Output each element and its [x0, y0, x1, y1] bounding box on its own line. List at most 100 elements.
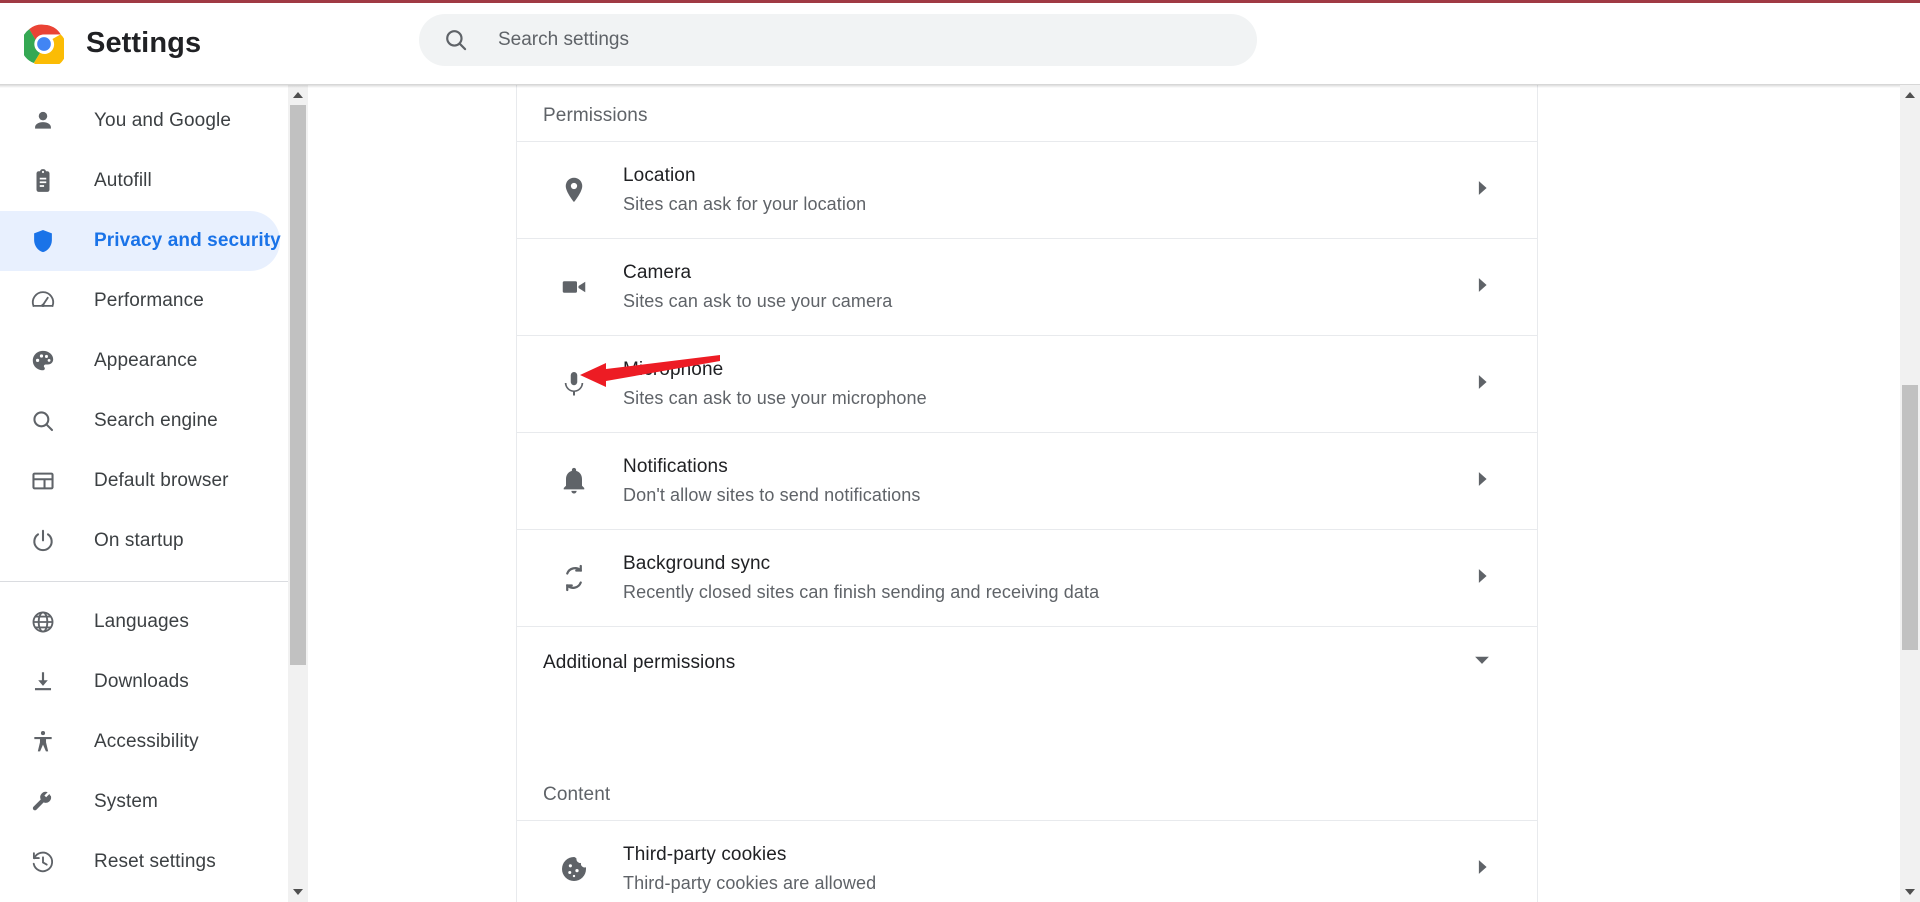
page-scroll-down-button[interactable]: [1900, 882, 1920, 902]
page-scrollbar[interactable]: [1900, 85, 1920, 902]
sidebar-item-you-and-google[interactable]: You and Google: [0, 91, 280, 151]
chevron-right-icon: [1471, 468, 1513, 495]
row-subtitle: Don't allow sites to send notifications: [623, 484, 921, 505]
brand-area: Settings: [24, 24, 201, 64]
speedometer-icon: [30, 288, 56, 314]
video-camera-icon: [543, 272, 589, 302]
chevron-right-icon: [1471, 565, 1513, 592]
row-subtitle: Sites can ask to use your camera: [623, 290, 893, 311]
sidebar-scrollbar[interactable]: [288, 85, 308, 902]
sidebar-item-label: Privacy and security: [94, 230, 281, 251]
row-subtitle: Third-party cookies are allowed: [623, 872, 877, 893]
chevron-down-icon: [1471, 649, 1513, 676]
permission-row-background-sync[interactable]: Background sync Recently closed sites ca…: [517, 529, 1537, 626]
settings-header: Settings: [0, 3, 1920, 85]
clipboard-icon: [30, 168, 56, 194]
sidebar-item-label: You and Google: [94, 110, 231, 131]
chevron-right-icon: [1471, 274, 1513, 301]
sidebar-item-label: On startup: [94, 530, 184, 551]
row-text: Location Sites can ask for your location: [623, 165, 1471, 215]
sidebar-item-performance[interactable]: Performance: [0, 271, 280, 331]
search-settings-container[interactable]: [419, 14, 1257, 66]
shield-icon: [30, 228, 56, 254]
permission-row-notifications[interactable]: Notifications Don't allow sites to send …: [517, 432, 1537, 529]
row-title: Camera: [623, 261, 692, 283]
sidebar-item-system[interactable]: System: [0, 772, 280, 832]
row-text: Notifications Don't allow sites to send …: [623, 456, 1471, 506]
sidebar-item-label: Autofill: [94, 170, 152, 191]
chevron-right-icon: [1471, 371, 1513, 398]
search-input[interactable]: [496, 14, 1257, 66]
site-settings-card: Permissions Location Sites can ask for y…: [516, 85, 1538, 902]
sidebar-item-autofill[interactable]: Autofill: [0, 151, 280, 211]
sidebar-item-label: Performance: [94, 290, 204, 311]
permission-row-microphone[interactable]: Microphone Sites can ask to use your mic…: [517, 335, 1537, 432]
sidebar-item-search-engine[interactable]: Search engine: [0, 391, 280, 451]
sidebar-item-label: Accessibility: [94, 731, 199, 752]
sidebar-item-reset-settings[interactable]: Reset settings: [0, 832, 280, 892]
sidebar-item-label: System: [94, 791, 158, 812]
content-section-heading: Content: [543, 784, 611, 805]
settings-window: Settings Search settings You and Google …: [0, 0, 1920, 902]
sidebar-item-label: Languages: [94, 611, 189, 632]
power-icon: [30, 528, 56, 554]
page-title: Settings: [86, 27, 202, 59]
sidebar-item-label: Downloads: [94, 671, 189, 692]
row-subtitle: Sites can ask to use your microphone: [623, 387, 927, 408]
location-pin-icon: [543, 175, 589, 205]
row-title: Microphone: [623, 358, 724, 380]
sidebar-item-default-browser[interactable]: Default browser: [0, 451, 280, 511]
page-scroll-thumb[interactable]: [1902, 385, 1918, 650]
row-subtitle: Sites can ask for your location: [623, 193, 867, 214]
person-icon: [30, 108, 56, 134]
microphone-icon: [543, 369, 589, 399]
sync-icon: [543, 563, 589, 593]
bell-icon: [543, 466, 589, 496]
chevron-right-icon: [1471, 177, 1513, 204]
row-title: Third-party cookies: [623, 843, 787, 865]
row-title: Notifications: [623, 455, 728, 477]
row-text: Camera Sites can ask to use your camera: [623, 262, 1471, 312]
sidebar-item-downloads[interactable]: Downloads: [0, 652, 280, 712]
chrome-logo-icon: [24, 24, 64, 64]
row-text: Microphone Sites can ask to use your mic…: [623, 359, 1471, 409]
sidebar-item-privacy-and-security[interactable]: Privacy and security: [0, 211, 281, 271]
sidebar-item-appearance[interactable]: Appearance: [0, 331, 280, 391]
chevron-right-icon: [1471, 856, 1513, 883]
search-icon: [30, 408, 56, 434]
scroll-down-arrow-icon: [293, 889, 303, 895]
sidebar-item-label: Appearance: [94, 350, 198, 371]
permissions-section-heading: Permissions: [543, 105, 648, 126]
sidebar-scroll-up-button[interactable]: [288, 85, 308, 105]
header-shadow: [0, 84, 1920, 88]
sidebar-item-languages[interactable]: Languages: [0, 592, 280, 652]
globe-icon: [30, 609, 56, 635]
sidebar-scroll-down-button[interactable]: [288, 882, 308, 902]
cookie-icon: [543, 854, 589, 884]
download-icon: [30, 669, 56, 695]
row-subtitle: Recently closed sites can finish sending…: [623, 581, 1100, 602]
sidebar-item-label: Default browser: [94, 470, 229, 491]
page-scroll-up-button[interactable]: [1900, 85, 1920, 105]
sidebar-divider: [0, 581, 288, 582]
permission-row-location[interactable]: Location Sites can ask for your location: [517, 141, 1537, 238]
content-row-third-party-cookies[interactable]: Third-party cookies Third-party cookies …: [517, 820, 1537, 902]
additional-permissions-toggle[interactable]: Additional permissions: [517, 626, 1537, 698]
sidebar-item-accessibility[interactable]: Accessibility: [0, 712, 280, 772]
sidebar-item-label: Search engine: [94, 410, 218, 431]
permission-row-camera[interactable]: Camera Sites can ask to use your camera: [517, 238, 1537, 335]
scroll-down-arrow-icon: [1905, 889, 1915, 895]
palette-icon: [30, 348, 56, 374]
settings-sidebar: You and Google Autofill Privacy and secu…: [0, 85, 288, 902]
sidebar-item-label: Reset settings: [94, 851, 216, 872]
settings-content-area: Permissions Location Sites can ask for y…: [308, 85, 1900, 902]
row-text: Background sync Recently closed sites ca…: [623, 553, 1471, 603]
search-icon: [443, 27, 469, 53]
sidebar-group-secondary: Languages Downloads Accessibility System…: [0, 592, 288, 892]
sidebar-scroll-thumb[interactable]: [290, 105, 306, 665]
row-text: Third-party cookies Third-party cookies …: [623, 844, 1471, 894]
search-box[interactable]: [419, 14, 1257, 66]
scroll-up-arrow-icon: [293, 92, 303, 98]
sidebar-item-on-startup[interactable]: On startup: [0, 511, 280, 571]
history-restore-icon: [30, 849, 56, 875]
